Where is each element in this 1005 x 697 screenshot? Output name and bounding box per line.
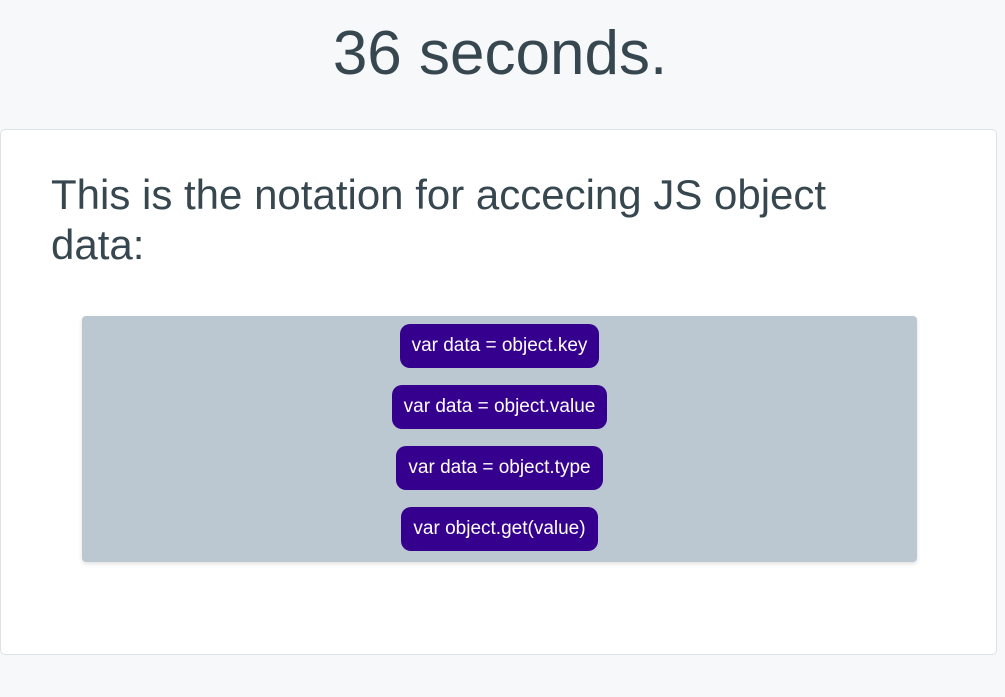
timer-text: 36 seconds. (332, 19, 668, 88)
question-card: This is the notation for accecing JS obj… (0, 129, 997, 655)
answer-option-4[interactable]: var object.get(value) (401, 507, 598, 551)
question-text: This is the notation for accecing JS obj… (51, 171, 827, 268)
answer-option-1[interactable]: var data = object.key (399, 324, 600, 368)
answer-options-panel: var data = object.key var data = object.… (82, 316, 917, 562)
answer-option-3[interactable]: var data = object.type (396, 446, 603, 490)
answer-option-2[interactable]: var data = object.value (391, 385, 608, 429)
